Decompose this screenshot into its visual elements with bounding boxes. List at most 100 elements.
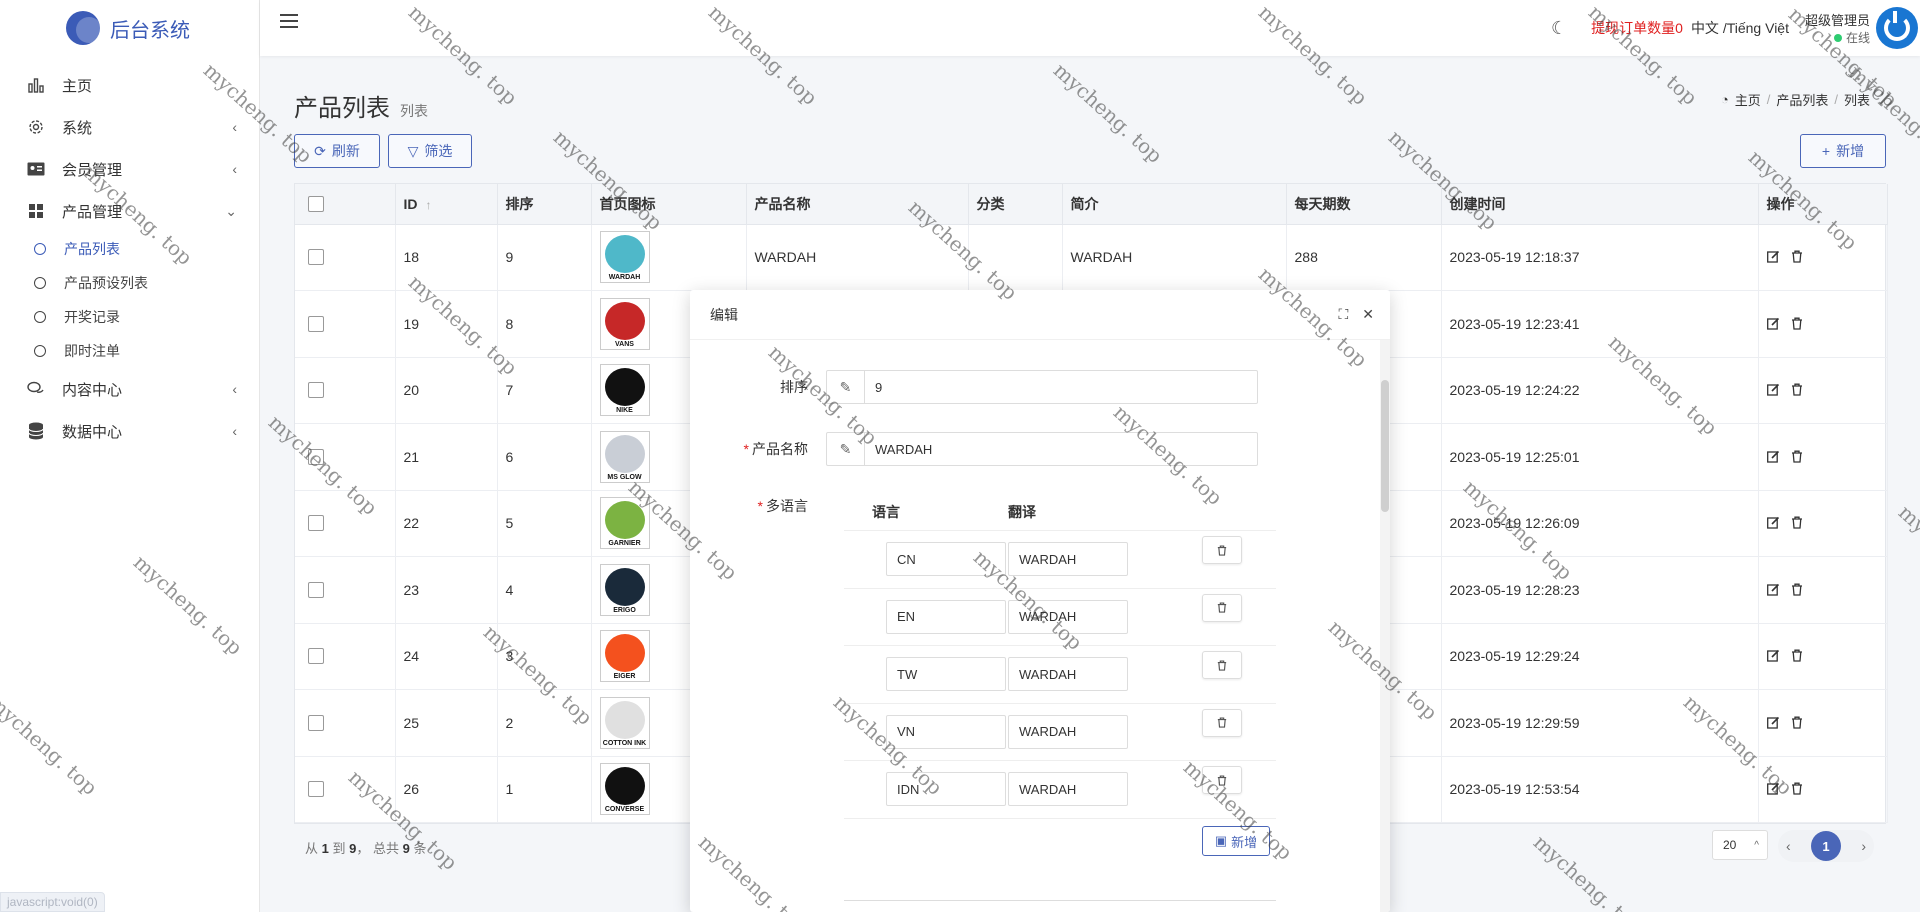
trash-icon[interactable]	[1791, 383, 1805, 397]
row-checkbox[interactable]	[308, 714, 324, 731]
current-page[interactable]: 1	[1811, 831, 1841, 861]
sidebar-item-data[interactable]: 数据中心 ‹	[0, 410, 259, 452]
edit-icon[interactable]	[1766, 782, 1781, 796]
edit-icon[interactable]	[1766, 383, 1781, 397]
edit-icon[interactable]	[1766, 450, 1781, 464]
sort-field[interactable]: ✎ 9	[826, 370, 1258, 404]
sidebar-item-home[interactable]: 主页	[0, 64, 259, 106]
page-size-select[interactable]: 20 ^	[1712, 830, 1768, 860]
row-checkbox[interactable]	[308, 781, 324, 798]
select-all-checkbox[interactable]	[308, 195, 324, 212]
edit-icon[interactable]	[1766, 317, 1781, 331]
translation-input[interactable]: WARDAH	[1008, 714, 1128, 749]
add-language-button[interactable]: ▣ 新增	[1202, 826, 1270, 856]
product-logo[interactable]: CONVERSE	[599, 763, 650, 816]
language-input[interactable]: VN	[886, 714, 1006, 749]
trash-icon	[1217, 717, 1227, 728]
translation-input[interactable]: WARDAH	[1008, 657, 1128, 692]
translation-input[interactable]: WARDAH	[1008, 772, 1128, 807]
delete-language-button[interactable]	[1202, 651, 1242, 680]
cell-created: 2023-05-19 12:28:23	[1441, 556, 1759, 624]
column-header-id[interactable]: ID ↑	[395, 184, 498, 225]
cell-sort: 3	[497, 623, 592, 690]
language-input[interactable]: CN	[886, 542, 1006, 577]
product-logo-mark	[604, 235, 645, 274]
language-switch[interactable]: 中文 /Tiếng Việt	[1691, 18, 1789, 38]
sidebar-subitem-product-list[interactable]: 产品列表	[0, 232, 259, 266]
close-icon[interactable]: ✕	[1362, 306, 1374, 323]
brand[interactable]: 后台系统	[0, 0, 259, 56]
trash-icon[interactable]	[1791, 782, 1805, 796]
language-input[interactable]: TW	[886, 657, 1006, 692]
delete-language-button[interactable]	[1202, 708, 1242, 737]
product-logo[interactable]: ERIGO	[599, 563, 650, 616]
trash-icon[interactable]	[1791, 516, 1805, 530]
translation-input[interactable]: WARDAH	[1008, 599, 1128, 634]
cell-created: 2023-05-19 12:29:59	[1441, 689, 1759, 757]
product-logo[interactable]: GARNIER	[599, 497, 650, 550]
breadcrumb-product-list[interactable]: 产品列表	[1776, 90, 1828, 109]
product-logo[interactable]: WARDAH	[599, 231, 650, 284]
row-checkbox[interactable]	[308, 448, 324, 465]
next-page-icon[interactable]: ›	[1861, 838, 1866, 854]
delete-language-button[interactable]	[1202, 593, 1242, 622]
product-logo-mark	[604, 434, 645, 473]
maximize-icon[interactable]: ⛶	[1338, 306, 1348, 323]
withdraw-order-count[interactable]: 提现订单数量0	[1591, 18, 1683, 38]
trash-icon[interactable]	[1791, 716, 1805, 730]
language-input[interactable]: EN	[886, 599, 1006, 634]
sidebar-item-system[interactable]: 系统 ‹	[0, 106, 259, 148]
delete-language-button[interactable]	[1202, 766, 1242, 795]
product-name-field[interactable]: ✎ WARDAH	[826, 432, 1258, 466]
row-checkbox[interactable]	[308, 382, 324, 399]
row-checkbox[interactable]	[308, 315, 324, 332]
filter-button[interactable]: ▽ 筛选	[388, 134, 472, 168]
sidebar-item-members[interactable]: 会员管理 ‹	[0, 148, 259, 190]
trash-icon[interactable]	[1791, 317, 1805, 331]
product-logo[interactable]: COTTON INK	[599, 696, 650, 749]
sidebar-item-content[interactable]: 内容中心 ‹	[0, 368, 259, 410]
multilang-row: TW WARDAH	[844, 646, 1276, 704]
moon-icon[interactable]: ☾	[1551, 18, 1567, 39]
row-checkbox[interactable]	[308, 581, 324, 598]
edit-icon[interactable]	[1766, 516, 1781, 530]
cell-actions	[1758, 423, 1888, 491]
sidebar-subitem-preset-list[interactable]: 产品预设列表	[0, 266, 259, 300]
trash-icon[interactable]	[1791, 649, 1805, 663]
trash-icon[interactable]	[1791, 250, 1805, 264]
row-checkbox[interactable]	[308, 648, 324, 665]
product-logo[interactable]: MS GLOW	[599, 430, 650, 483]
sidebar-subitem-draw-records[interactable]: 开奖记录	[0, 300, 259, 334]
cell-id: 19	[395, 290, 498, 358]
user-info[interactable]: 超级管理员 在线	[1805, 10, 1870, 46]
edit-icon[interactable]	[1766, 649, 1781, 663]
trash-icon[interactable]	[1791, 583, 1805, 597]
modal-scrollbar[interactable]	[1380, 340, 1390, 912]
product-logo[interactable]: VANS	[599, 297, 650, 350]
scrollbar-thumb[interactable]	[1381, 380, 1389, 512]
table-row[interactable]: 18 9 WARDAH WARDAH WARDAH 288 2023-05-19…	[295, 224, 1888, 291]
trash-icon[interactable]	[1791, 450, 1805, 464]
sidebar-item-products[interactable]: 产品管理 ⌄	[0, 190, 259, 232]
add-button[interactable]: + 新增	[1800, 134, 1886, 168]
sort-arrow-icon[interactable]: ↑	[426, 198, 432, 212]
translation-input[interactable]: WARDAH	[1008, 542, 1128, 577]
edit-icon[interactable]	[1766, 250, 1781, 264]
product-logo-mark	[604, 767, 645, 806]
edit-icon[interactable]	[1766, 583, 1781, 597]
delete-language-button[interactable]	[1202, 536, 1242, 565]
sidebar-subitem-instant-orders[interactable]: 即时注单	[0, 334, 259, 368]
avatar[interactable]	[1876, 7, 1918, 49]
language-input[interactable]: IDN	[886, 772, 1006, 807]
menu-toggle-icon[interactable]	[280, 14, 298, 28]
edit-icon[interactable]	[1766, 716, 1781, 730]
row-checkbox[interactable]	[308, 249, 324, 266]
row-checkbox[interactable]	[308, 515, 324, 532]
caret-up-icon: ^	[1754, 839, 1759, 851]
product-logo[interactable]: NIKE	[599, 364, 650, 417]
cell-name: WARDAH	[746, 224, 969, 291]
product-logo[interactable]: EIGER	[599, 630, 650, 683]
prev-page-icon[interactable]: ‹	[1786, 838, 1791, 854]
breadcrumb-home[interactable]: 主页	[1735, 90, 1761, 109]
refresh-button[interactable]: ⟳ 刷新	[294, 134, 380, 168]
